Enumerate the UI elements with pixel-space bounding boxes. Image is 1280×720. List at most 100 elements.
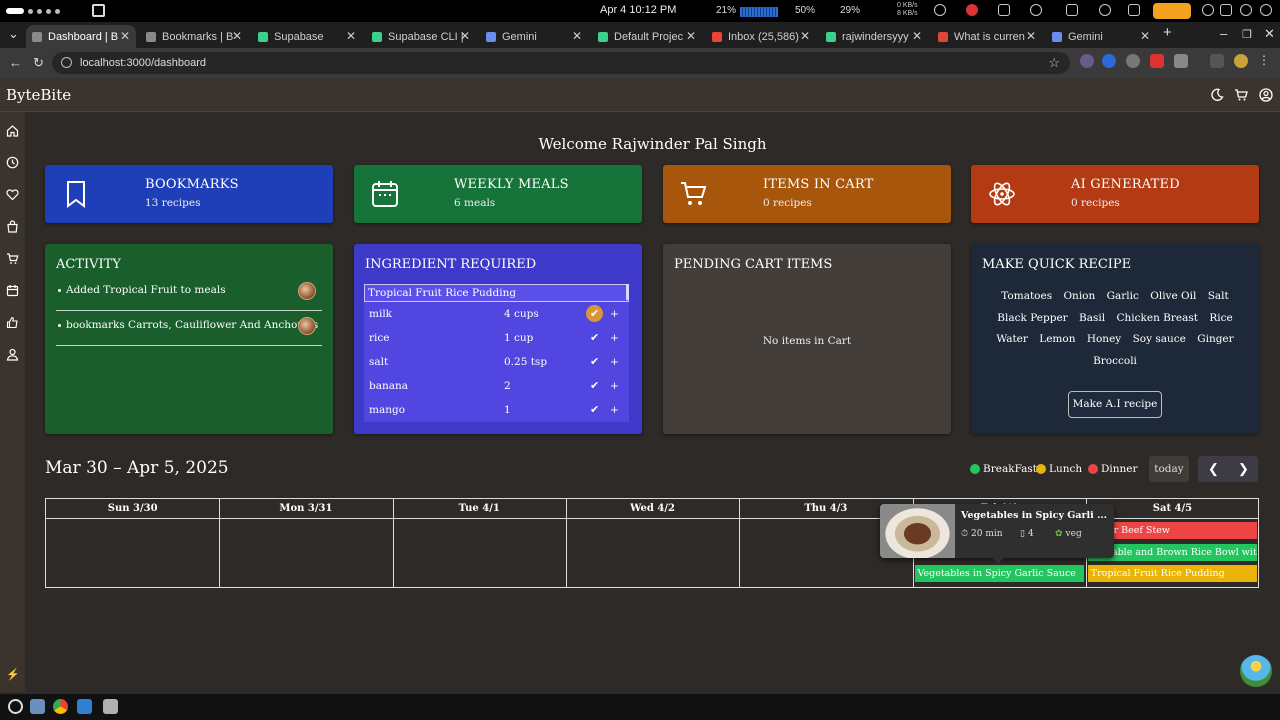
scrollbar[interactable] xyxy=(626,284,629,300)
battery-icon[interactable] xyxy=(1240,4,1252,16)
add-to-cart-plus-icon[interactable]: + xyxy=(610,304,619,324)
extensions-puzzle-icon[interactable] xyxy=(1174,54,1188,68)
history-icon[interactable] xyxy=(6,156,19,169)
files-icon[interactable] xyxy=(30,699,45,714)
close-tab-icon[interactable]: ✕ xyxy=(1026,29,1036,43)
profile-nav-icon[interactable] xyxy=(6,348,19,361)
checkmark-icon[interactable]: ✔ xyxy=(590,400,599,420)
dark-mode-moon-icon[interactable] xyxy=(1210,88,1224,102)
close-tab-icon[interactable]: ✕ xyxy=(460,29,470,43)
brand-logo[interactable]: ByteBite xyxy=(6,86,71,104)
tray-clipboard-icon[interactable] xyxy=(1128,4,1140,16)
close-tab-icon[interactable]: ✕ xyxy=(346,29,356,43)
ingredient-chip[interactable]: Broccoli xyxy=(1089,351,1141,373)
add-to-cart-plus-icon[interactable]: + xyxy=(610,352,619,372)
bookmark-star-icon[interactable]: ☆ xyxy=(1048,55,1060,71)
account-icon[interactable] xyxy=(1259,88,1273,102)
activity-item[interactable]: Added Tropical Fruit to meals xyxy=(56,277,322,311)
power-icon[interactable] xyxy=(1260,4,1272,16)
ingredient-chip[interactable]: Salt xyxy=(1204,286,1233,308)
ingredient-chip[interactable]: Garlic xyxy=(1103,286,1143,308)
add-to-cart-plus-icon[interactable]: + xyxy=(610,328,619,348)
tab-search-chevron-icon[interactable]: ⌄ xyxy=(8,26,19,42)
minimize-icon[interactable]: – xyxy=(1220,26,1227,41)
ingredient-chip[interactable]: Honey xyxy=(1083,329,1125,351)
tab-3[interactable]: Supabase ✕ xyxy=(252,25,362,48)
workspace-indicator[interactable] xyxy=(6,8,60,14)
chrome-icon[interactable] xyxy=(53,699,68,714)
checkmark-icon[interactable]: ✔ xyxy=(590,328,599,348)
tab-6[interactable]: Default Projec ✕ xyxy=(592,25,702,48)
extension-icon-1[interactable] xyxy=(1080,54,1094,68)
ingredient-chip[interactable]: Tomatoes xyxy=(997,286,1056,308)
ingredient-chip[interactable]: Basil xyxy=(1075,308,1109,330)
tray-sync-icon[interactable] xyxy=(1030,4,1042,16)
tray-highlight-icon[interactable] xyxy=(1153,3,1191,19)
clock[interactable]: Apr 4 10:12 PM xyxy=(600,4,676,16)
ingredient-chip[interactable]: Chicken Breast xyxy=(1112,308,1202,330)
reload-icon[interactable]: ↻ xyxy=(33,55,44,71)
ingredient-chip[interactable]: Soy sauce xyxy=(1129,329,1190,351)
tray-display-icon[interactable] xyxy=(1066,4,1078,16)
favorites-heart-icon[interactable] xyxy=(6,188,19,201)
ingredient-chip[interactable]: Black Pepper xyxy=(993,308,1071,330)
close-tab-icon[interactable]: ✕ xyxy=(800,29,810,43)
today-button[interactable]: today xyxy=(1149,456,1189,482)
tab-4[interactable]: Supabase CLI | ✕ xyxy=(366,25,476,48)
tab-5[interactable]: Gemini ✕ xyxy=(480,25,588,48)
downloads-icon[interactable] xyxy=(1210,54,1224,68)
bolt-icon[interactable]: ⚡ xyxy=(6,668,20,681)
close-window-icon[interactable]: ✕ xyxy=(1264,26,1275,42)
ingredient-list[interactable]: Tropical Fruit Rice Pudding milk 4 cups ✔ +… xyxy=(364,284,629,422)
tab-8[interactable]: rajwindersyyy ✕ xyxy=(820,25,928,48)
extension-icon-2[interactable] xyxy=(1102,54,1116,68)
close-tab-icon[interactable]: ✕ xyxy=(1140,29,1150,43)
address-bar[interactable]: localhost:3000/dashboard ☆ xyxy=(52,52,1070,74)
add-to-cart-plus-icon[interactable]: + xyxy=(610,400,619,420)
close-tab-icon[interactable]: ✕ xyxy=(572,29,582,43)
add-to-cart-plus-icon[interactable]: + xyxy=(610,376,619,396)
activity-item[interactable]: bookmarks Carrots, Cauliflower And Ancho… xyxy=(56,312,322,346)
maximize-icon[interactable]: ❐ xyxy=(1242,28,1252,41)
cart-icon[interactable] xyxy=(1234,88,1248,102)
ingredient-chip[interactable]: Ginger xyxy=(1193,329,1237,351)
tray-search-icon[interactable] xyxy=(1099,4,1111,16)
checkmark-icon[interactable]: ✔ xyxy=(590,352,599,372)
checkmark-icon[interactable]: ✔ xyxy=(590,304,599,324)
profile-avatar[interactable] xyxy=(1234,54,1248,68)
ingredient-chip[interactable]: Lemon xyxy=(1035,329,1079,351)
tab-10[interactable]: Gemini ✕ xyxy=(1046,25,1156,48)
ingredient-chip[interactable]: Onion xyxy=(1059,286,1099,308)
home-icon[interactable] xyxy=(6,124,19,137)
extension-icon-3[interactable] xyxy=(1126,54,1140,68)
shopping-bag-icon[interactable] xyxy=(6,220,19,233)
tab-7[interactable]: Inbox (25,586) ✕ xyxy=(706,25,816,48)
cart-nav-icon[interactable] xyxy=(6,252,19,265)
chat-assistant-avatar[interactable] xyxy=(1240,655,1272,687)
next-week-chevron-icon[interactable]: ❯ xyxy=(1238,461,1249,477)
new-tab-button[interactable]: + xyxy=(1163,24,1172,41)
ingredient-chip[interactable]: Olive Oil xyxy=(1146,286,1200,308)
ingredient-chip[interactable]: Rice xyxy=(1205,308,1236,330)
calendar-nav-icon[interactable] xyxy=(6,284,19,297)
microphone-icon[interactable] xyxy=(1202,4,1214,16)
tray-app-icon[interactable] xyxy=(934,4,946,16)
volume-icon[interactable] xyxy=(1220,4,1232,16)
launcher-icon[interactable] xyxy=(8,699,23,714)
bookmarks-card[interactable]: BOOKMARKS 13 recipes xyxy=(45,165,333,223)
extension-icon-4[interactable] xyxy=(1150,54,1164,68)
ai-generated-card[interactable]: AI GENERATED 0 recipes xyxy=(971,165,1259,223)
site-info-icon[interactable] xyxy=(61,57,72,68)
ingredient-chip[interactable]: Water xyxy=(992,329,1032,351)
tab-1[interactable]: Dashboard | B ✕ xyxy=(26,25,136,48)
browser-menu-icon[interactable]: ⋮ xyxy=(1258,53,1272,67)
tray-mail-icon[interactable] xyxy=(966,4,978,16)
close-tab-icon[interactable]: ✕ xyxy=(686,29,696,43)
tray-window-icon[interactable] xyxy=(998,4,1010,16)
window-switcher-icon[interactable] xyxy=(92,4,105,17)
close-tab-icon[interactable]: ✕ xyxy=(912,29,922,43)
prev-week-chevron-icon[interactable]: ❮ xyxy=(1208,461,1219,477)
meal-event[interactable]: Tropical Fruit Rice Pudding xyxy=(1087,565,1258,582)
make-ai-recipe-button[interactable]: Make A.I recipe xyxy=(1068,391,1162,418)
close-tab-icon[interactable]: ✕ xyxy=(120,29,130,43)
